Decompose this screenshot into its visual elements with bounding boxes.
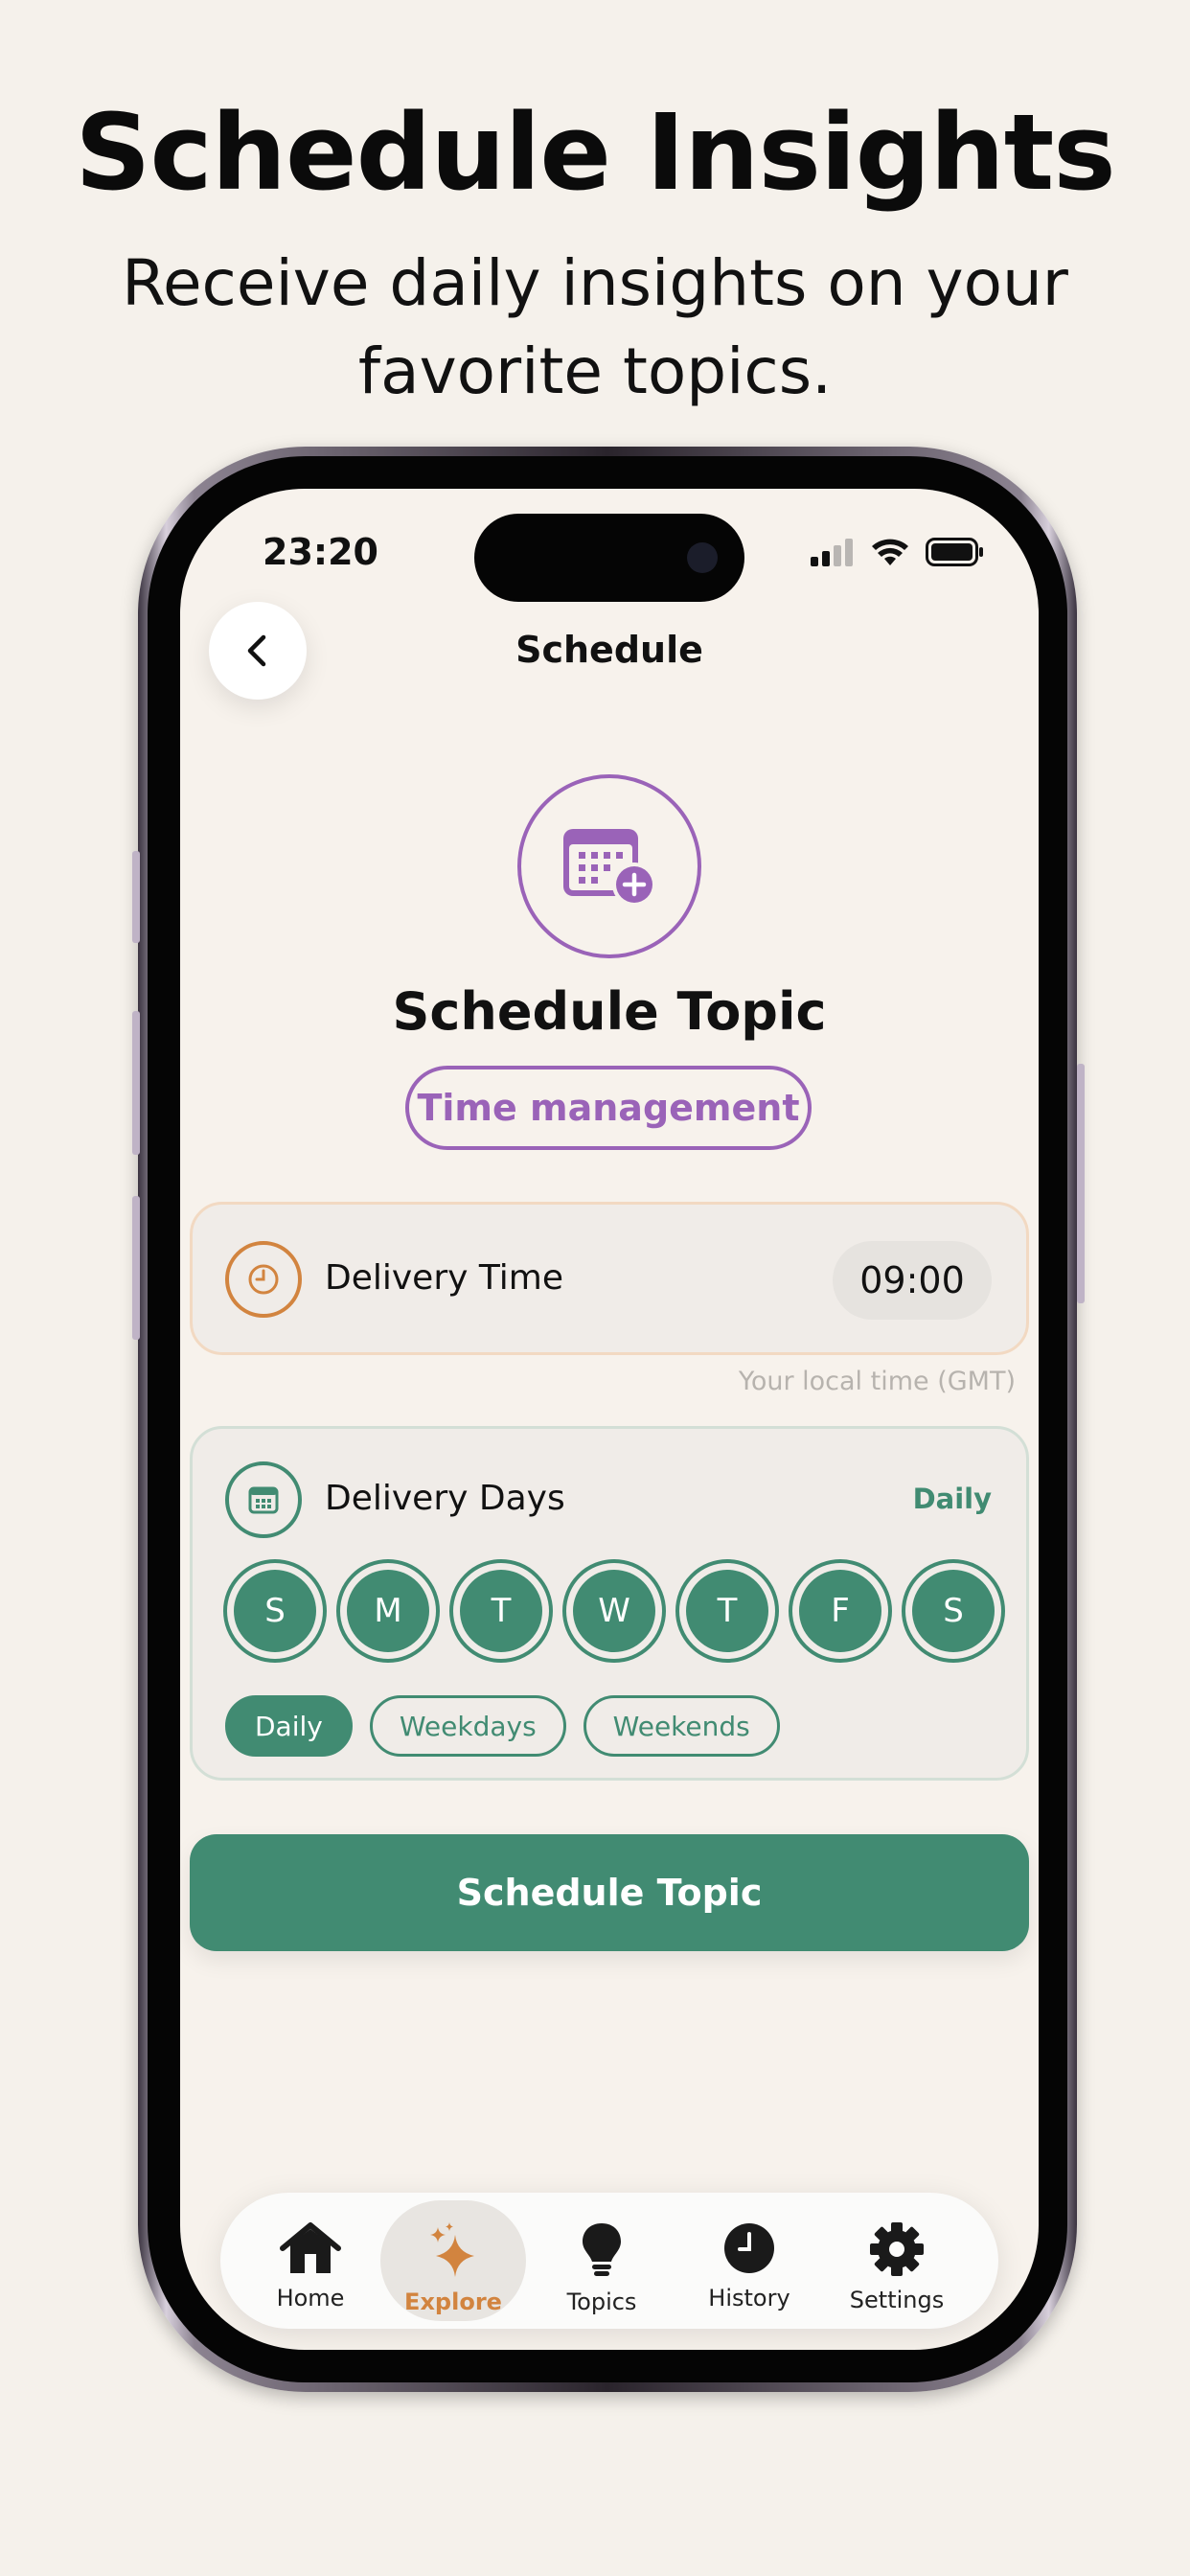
calendar-icon	[225, 1461, 302, 1538]
schedule-topic-button[interactable]: Schedule Topic	[190, 1834, 1029, 1951]
phone-power-button	[1077, 1064, 1085, 1303]
sparkles-icon	[430, 2222, 474, 2277]
calendar-add-icon	[563, 829, 656, 907]
subheadline: Receive daily insights on your favorite …	[122, 246, 1068, 408]
phone-volume-up	[132, 1011, 140, 1155]
tab-label: Settings	[849, 2287, 945, 2313]
wifi-icon	[872, 539, 908, 565]
preset-daily-button[interactable]: Daily	[225, 1695, 353, 1757]
day-letter: S	[912, 1570, 995, 1652]
day-letter: S	[234, 1570, 316, 1652]
day-toggle-thursday[interactable]: T	[675, 1559, 779, 1663]
camera-icon	[687, 542, 718, 573]
status-icons	[811, 537, 985, 567]
tab-home[interactable]: Home	[238, 2200, 383, 2321]
tab-label: Home	[276, 2285, 345, 2312]
day-toggle-friday[interactable]: F	[789, 1559, 892, 1663]
phone-action-button	[132, 851, 140, 943]
app-screen: 23:20 Schedule Schedule Topic Time manag…	[180, 489, 1039, 2350]
tab-topics[interactable]: Topics	[529, 2200, 675, 2321]
battery-icon	[926, 538, 983, 566]
delivery-days-card: Delivery Days Daily S M T W T F S Daily …	[190, 1426, 1029, 1781]
tab-label: History	[708, 2285, 790, 2312]
lightbulb-icon	[583, 2223, 621, 2276]
clock-icon	[724, 2223, 774, 2273]
day-letter: W	[573, 1570, 655, 1652]
day-letter: T	[460, 1570, 542, 1652]
cellular-signal-icon	[811, 539, 853, 566]
day-toggle-sunday[interactable]: S	[223, 1559, 327, 1663]
tab-settings[interactable]: Settings	[824, 2200, 970, 2321]
schedule-topic-title: Schedule Topic	[392, 981, 827, 1042]
tab-explore[interactable]: Explore	[380, 2200, 526, 2321]
day-letter: F	[799, 1570, 881, 1652]
delivery-time-label: Delivery Time	[325, 1258, 563, 1298]
day-letter: M	[347, 1570, 429, 1652]
local-time-note: Your local time (GMT)	[738, 1367, 1016, 1396]
gear-icon	[870, 2222, 924, 2276]
day-letter: T	[686, 1570, 768, 1652]
delivery-days-label: Delivery Days	[325, 1479, 565, 1518]
delivery-time-card[interactable]: Delivery Time 09:00	[190, 1202, 1029, 1355]
preset-weekends-button[interactable]: Weekends	[583, 1695, 780, 1757]
home-icon	[280, 2222, 341, 2273]
day-presets: Daily Weekdays Weekends	[225, 1695, 780, 1757]
day-toggle-saturday[interactable]: S	[902, 1559, 1005, 1663]
delivery-time-picker[interactable]: 09:00	[833, 1241, 992, 1320]
day-selector: S M T W T F S	[223, 1559, 1005, 1663]
day-toggle-monday[interactable]: M	[336, 1559, 440, 1663]
topic-name-pill: Time management	[405, 1066, 812, 1150]
tab-label: Explore	[404, 2288, 502, 2315]
phone-volume-down	[132, 1196, 140, 1340]
headline: Schedule Insights	[75, 91, 1116, 214]
status-time: 23:20	[263, 531, 378, 573]
tab-history[interactable]: History	[676, 2200, 822, 2321]
topic-icon-badge	[517, 774, 701, 958]
tab-bar: Home Explore Topics History Settings	[220, 2193, 998, 2329]
page-title: Schedule	[515, 629, 703, 671]
dynamic-island	[474, 514, 744, 602]
tab-label: Topics	[566, 2288, 637, 2315]
day-toggle-tuesday[interactable]: T	[449, 1559, 553, 1663]
day-toggle-wednesday[interactable]: W	[562, 1559, 666, 1663]
clock-icon	[225, 1241, 302, 1318]
delivery-frequency: Daily	[912, 1483, 992, 1515]
preset-weekdays-button[interactable]: Weekdays	[369, 1695, 566, 1757]
